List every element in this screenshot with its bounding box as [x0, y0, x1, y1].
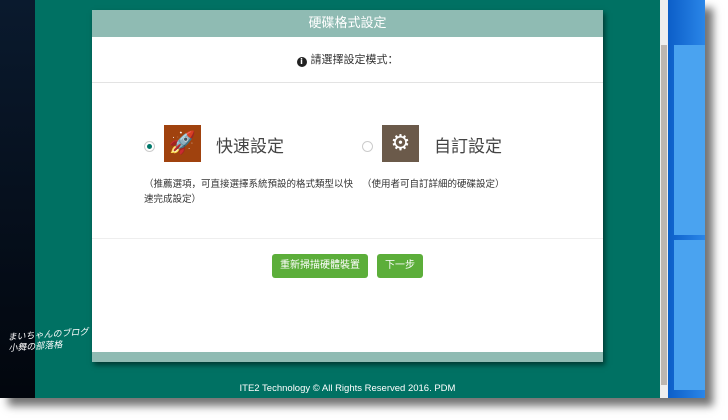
copyright-footer: ITE2 Technology © All Rights Reserved 20…: [239, 383, 456, 394]
radio-custom-setup[interactable]: [362, 141, 373, 152]
prompt: i 請選擇設定模式：: [92, 37, 603, 83]
option-description: （使用者可自訂詳細的硬碟設定）: [362, 179, 505, 190]
gears-icon: ⚙: [382, 125, 419, 162]
windows-logo-tile: [674, 45, 705, 235]
rocket-icon: 🚀: [164, 125, 201, 162]
radio-quick-setup[interactable]: [144, 141, 155, 152]
desktop-background-right: [668, 0, 705, 398]
option-label: 快速設定: [216, 137, 284, 157]
disk-format-dialog: 硬碟格式設定 i 請選擇設定模式： 🚀 快速設定 （推薦選項，可直接選擇系統預設的…: [92, 10, 603, 362]
dialog-title: 硬碟格式設定: [92, 10, 603, 37]
info-icon: i: [296, 57, 307, 67]
screenshot-frame: 硬碟格式設定 i 請選擇設定模式： 🚀 快速設定 （推薦選項，可直接選擇系統預設的…: [0, 0, 705, 398]
dialog-footer-bar: [92, 352, 603, 362]
windows-logo-tile: [674, 240, 705, 390]
scrollbar[interactable]: [660, 0, 668, 398]
next-button[interactable]: 下一步: [377, 254, 424, 278]
scrollbar-thumb[interactable]: [661, 45, 667, 385]
option-description: （推薦選項，可直接選擇系統預設的格式類型以快速完成設定）: [144, 179, 354, 205]
option-label: 自訂設定: [434, 137, 502, 157]
rescan-hardware-button[interactable]: 重新掃描硬體裝置: [271, 254, 368, 278]
prompt-text: 請選擇設定模式：: [310, 53, 399, 66]
